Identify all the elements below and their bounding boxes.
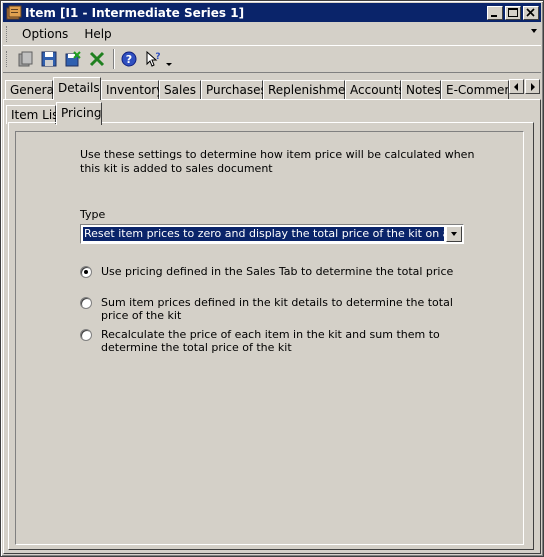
tab-details[interactable]: Details — [53, 77, 101, 100]
item-window: Item [I1 - Intermediate Series 1] Option… — [0, 0, 544, 557]
radio-recalculate-prices[interactable] — [80, 329, 92, 341]
maximize-icon — [508, 7, 518, 17]
new-button[interactable] — [14, 48, 36, 70]
details-panel: Item List Pricing Use these settings to … — [3, 99, 541, 554]
svg-text:?: ? — [126, 53, 132, 66]
delete-icon — [89, 51, 105, 67]
toolbar-dropdown-icon[interactable] — [166, 62, 172, 66]
svg-text:?: ? — [155, 52, 160, 62]
pricing-frame: Use these settings to determine how item… — [15, 131, 524, 545]
option-recalculate-prices[interactable]: Recalculate the price of each item in th… — [80, 328, 480, 354]
help-icon: ? — [121, 51, 137, 67]
sub-tabs: Item List Pricing — [6, 102, 536, 125]
close-button[interactable] — [523, 5, 539, 20]
option-label: Use pricing defined in the Sales Tab to … — [101, 265, 454, 278]
save-close-icon — [65, 51, 81, 67]
radio-sales-tab-pricing[interactable] — [80, 266, 92, 278]
help-button[interactable]: ? — [118, 48, 140, 70]
tab-e-commerce[interactable]: E-Commerce — [441, 80, 509, 99]
minimize-icon — [491, 14, 497, 17]
tab-accounts[interactable]: Accounts — [345, 80, 405, 99]
item-icon — [6, 5, 22, 19]
menu-options[interactable]: Options — [14, 27, 76, 41]
radio-sum-kit-details[interactable] — [80, 297, 92, 309]
toolbar: ? ? — [3, 45, 541, 73]
tab-scroll-right-button[interactable] — [525, 79, 540, 94]
menu-help[interactable]: Help — [76, 27, 119, 41]
menu-bar: Options Help — [3, 24, 541, 44]
option-sales-tab-pricing[interactable]: Use pricing defined in the Sales Tab to … — [80, 265, 480, 278]
tab-scroll-left-button[interactable] — [509, 79, 524, 94]
type-select-value[interactable]: Reset item prices to zero and display th… — [82, 226, 445, 242]
pricing-panel: Use these settings to determine how item… — [8, 122, 534, 550]
pricing-description: Use these settings to determine how item… — [80, 148, 475, 175]
save-icon — [41, 51, 57, 67]
type-label: Type — [80, 208, 106, 221]
toolbar-grip[interactable] — [6, 51, 9, 67]
option-sum-kit-details[interactable]: Sum item prices defined in the kit detai… — [80, 296, 480, 322]
tab-general[interactable]: General — [5, 80, 57, 99]
menu-overflow-icon[interactable] — [531, 29, 537, 33]
tab-pricing[interactable]: Pricing — [56, 102, 102, 125]
close-icon — [526, 7, 535, 17]
type-select[interactable]: Reset item prices to zero and display th… — [80, 224, 464, 244]
type-select-dropdown-button[interactable] — [446, 226, 462, 242]
tab-sales[interactable]: Sales — [159, 80, 201, 99]
whats-this-button[interactable]: ? — [142, 48, 164, 70]
save-close-button[interactable] — [62, 48, 84, 70]
tab-purchases[interactable]: Purchases — [201, 80, 267, 99]
option-label: Sum item prices defined in the kit detai… — [101, 296, 453, 322]
tab-notes[interactable]: Notes — [401, 80, 441, 99]
save-button[interactable] — [38, 48, 60, 70]
whats-this-icon: ? — [146, 50, 161, 67]
new-icon — [18, 51, 33, 67]
maximize-button[interactable] — [505, 5, 521, 20]
tab-replenishment[interactable]: Replenishment — [263, 80, 358, 99]
delete-button[interactable] — [86, 48, 108, 70]
window-title: Item [I1 - Intermediate Series 1] — [25, 5, 245, 20]
option-label: Recalculate the price of each item in th… — [101, 328, 440, 354]
title-bar[interactable]: Item [I1 - Intermediate Series 1] — [3, 3, 541, 22]
menu-grip[interactable] — [6, 26, 9, 42]
minimize-button[interactable] — [487, 5, 503, 20]
main-tabs: General Details Inventory Sales Purchase… — [3, 77, 541, 100]
toolbar-separator — [113, 49, 115, 69]
tab-inventory[interactable]: Inventory — [101, 80, 163, 99]
